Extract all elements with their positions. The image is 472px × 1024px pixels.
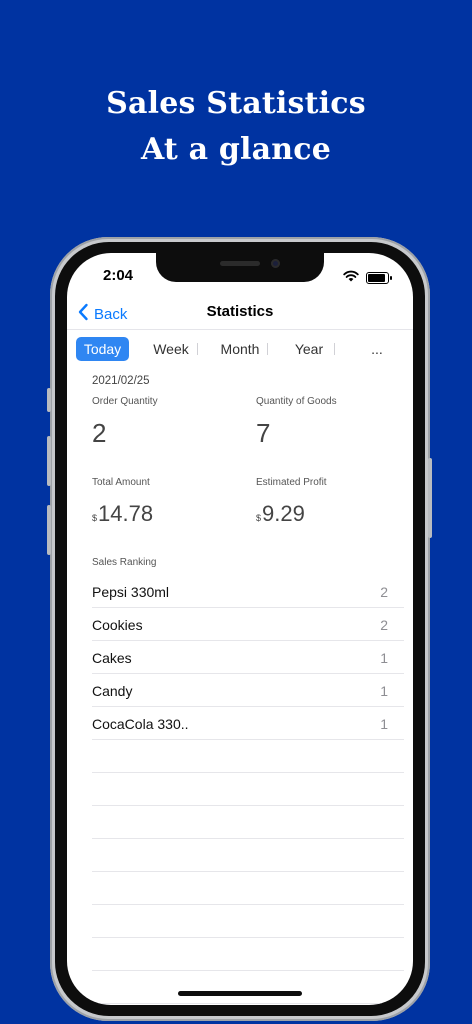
segment-today[interactable]: Today [76,337,129,361]
sales-ranking-title: Sales Ranking [92,557,157,568]
list-item[interactable]: Cookies 2 [92,608,404,641]
phone-screen: 2:04 Back Statistics Today Week Month Ye… [67,253,413,1005]
page-title: Statistics [206,303,274,320]
product-count: 1 [380,683,388,699]
nav-divider [67,329,413,330]
volume-down-button [47,505,51,555]
home-indicator[interactable] [178,991,302,996]
silent-switch [47,388,51,412]
product-name: CocaCola 330.. [92,716,189,732]
empty-row [92,773,404,806]
status-time: 2:04 [103,267,134,284]
product-count: 1 [380,650,388,666]
product-count: 2 [380,617,388,633]
goods-quantity-label: Quantity of Goods [256,396,337,407]
wifi-icon [343,269,359,287]
volume-up-button [47,436,51,486]
list-item[interactable]: Pepsi 330ml 2 [92,575,404,608]
order-quantity-label: Order Quantity [92,396,158,407]
empty-row [92,872,404,905]
battery-icon [366,272,392,284]
sales-ranking-list: Pepsi 330ml 2 Cookies 2 Cakes 1 Candy 1 … [92,575,404,1004]
product-count: 2 [380,584,388,600]
profit-number: 9.29 [262,501,305,526]
total-amount-value: $ 14.78 [92,501,153,527]
stats-date: 2021/02/25 [92,375,150,387]
total-amount-number: 14.78 [98,501,154,526]
list-item[interactable]: Candy 1 [92,674,404,707]
promo-title-line2: At a glance [140,132,332,167]
segment-month[interactable]: Month [211,337,269,361]
empty-row [92,905,404,938]
empty-row [92,971,404,1004]
empty-row [92,806,404,839]
goods-quantity-value: 7 [256,418,271,448]
product-name: Pepsi 330ml [92,584,170,600]
order-quantity-value: 2 [92,418,107,448]
currency-symbol: $ [92,513,98,523]
product-name: Cakes [92,650,132,666]
product-count: 1 [380,716,388,732]
navigation-bar: Back Statistics [67,297,413,329]
segment-separator [334,343,335,355]
list-item[interactable]: CocaCola 330.. 1 [92,707,404,740]
empty-row [92,740,404,773]
list-item[interactable]: Cakes 1 [92,641,404,674]
segment-week[interactable]: Week [145,337,197,361]
product-name: Cookies [92,617,143,633]
profit-value: $ 9.29 [256,501,305,527]
empty-row [92,938,404,971]
notch [156,253,324,282]
product-name: Candy [92,683,133,699]
segment-more[interactable]: ... [352,337,402,361]
speaker-grille [220,261,260,266]
profit-label: Estimated Profit [256,477,327,488]
period-segmented-control: Today Week Month Year ... [76,337,404,361]
segment-year[interactable]: Year [283,337,335,361]
status-icons [343,269,392,287]
total-amount-label: Total Amount [92,477,150,488]
front-camera [271,259,280,268]
promo-title-line1: Sales Statistics [106,86,366,121]
segment-separator [197,343,198,355]
segment-separator [267,343,268,355]
currency-symbol: $ [256,513,262,523]
power-button [428,458,432,538]
empty-row [92,839,404,872]
